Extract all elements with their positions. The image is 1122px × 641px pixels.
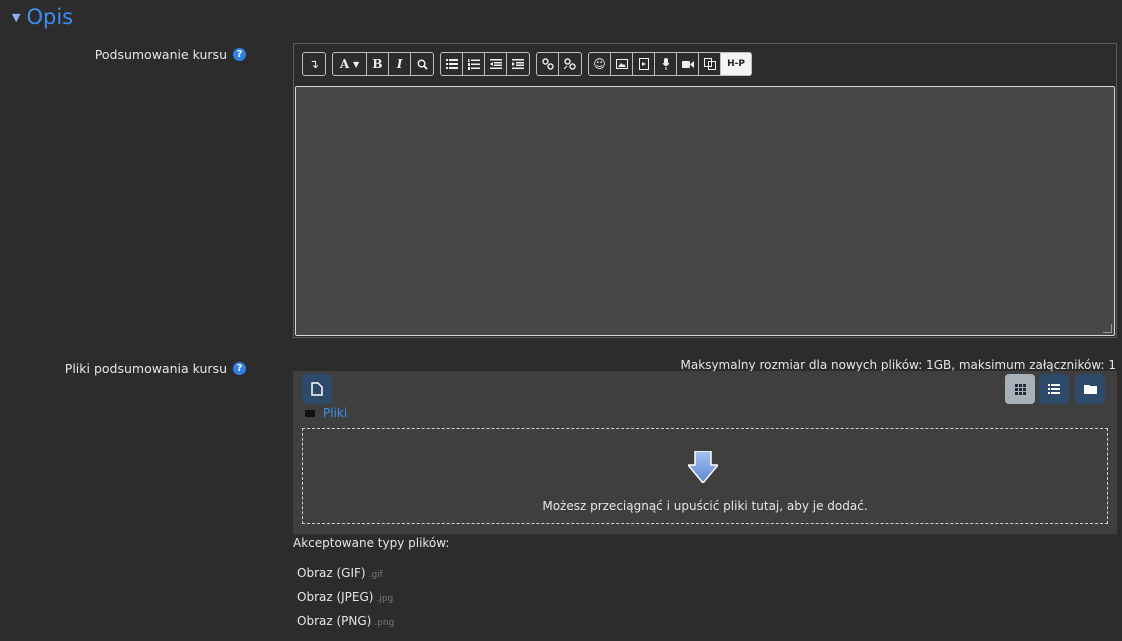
ordered-list-icon[interactable] [463, 53, 485, 75]
collapse-caret-icon[interactable]: ▼ [12, 11, 20, 24]
image-icon[interactable] [611, 53, 633, 75]
zoom-icon[interactable] [411, 53, 433, 75]
list-icon [1048, 384, 1060, 394]
resize-handle-icon[interactable] [1103, 324, 1112, 333]
toolbar-toggle-icon[interactable]: ↴ [303, 53, 325, 75]
toolbar-group-collapse: ↴ [302, 52, 326, 76]
grid-view-button[interactable] [1005, 374, 1035, 404]
outdent-icon[interactable] [485, 53, 507, 75]
grid-icon [1014, 383, 1026, 395]
folder-icon [1083, 385, 1097, 394]
file-type-item: Obraz (JPEG) .jpg [297, 590, 393, 604]
add-file-button[interactable] [302, 374, 332, 404]
file-type-name: Obraz (PNG) [297, 614, 372, 628]
file-type-item: Obraz (GIF) .gif [297, 566, 383, 580]
editor-content-area[interactable] [295, 86, 1115, 336]
file-type-item: Obraz (PNG) .png [297, 614, 394, 628]
unlink-icon[interactable] [559, 53, 581, 75]
max-size-text: Maksymalny rozmiar dla nowych plików: 1G… [680, 358, 1116, 372]
file-type-ext: .jpg [376, 594, 394, 604]
file-type-ext: .gif [368, 570, 383, 580]
emoticon-icon[interactable]: ☺ [589, 53, 611, 75]
toolbar-group-media: ☺ H-P [588, 52, 752, 76]
accepted-types-label: Akceptowane typy plików: [293, 536, 450, 550]
summary-label-row: Podsumowanie kursu ? [95, 47, 246, 62]
file-icon [311, 382, 323, 396]
file-type-name: Obraz (GIF) [297, 566, 366, 580]
video-icon[interactable] [677, 53, 699, 75]
download-arrow-icon [686, 450, 720, 487]
editor-toolbar: ↴ A ▼ B I ☺ H-P [294, 44, 1116, 84]
toolbar-group-links [536, 52, 582, 76]
file-type-ext: .png [374, 618, 395, 628]
file-manager: Pliki Możesz przeciągnąć i upuścić pliki… [293, 371, 1117, 534]
section-header[interactable]: ▼ Opis [0, 0, 1122, 34]
toolbar-group-style: A ▼ B I [332, 52, 434, 76]
folder-icon [305, 409, 315, 417]
media-icon[interactable] [633, 53, 655, 75]
copy-icon[interactable] [699, 53, 721, 75]
bold-button[interactable]: B [367, 53, 389, 75]
drop-zone[interactable]: Możesz przeciągnąć i upuścić pliki tutaj… [302, 428, 1108, 524]
microphone-icon[interactable] [655, 53, 677, 75]
italic-button[interactable]: I [389, 53, 411, 75]
path-link[interactable]: Pliki [323, 406, 347, 420]
list-view-button[interactable] [1039, 374, 1069, 404]
drop-instructions: Możesz przeciągnąć i upuścić pliki tutaj… [542, 499, 868, 513]
files-label-row: Pliki podsumowania kursu ? [65, 361, 246, 376]
unordered-list-icon[interactable] [441, 53, 463, 75]
summary-label: Podsumowanie kursu [94, 47, 227, 62]
section-title[interactable]: Opis [26, 5, 73, 29]
help-icon[interactable]: ? [233, 48, 246, 61]
link-icon[interactable] [537, 53, 559, 75]
toolbar-group-lists [440, 52, 530, 76]
h5p-button[interactable]: H-P [721, 53, 751, 75]
breadcrumb: Pliki [305, 406, 347, 420]
help-icon[interactable]: ? [233, 362, 246, 375]
files-label: Pliki podsumowania kursu [64, 361, 227, 376]
text-editor: ↴ A ▼ B I ☺ H-P [293, 43, 1117, 338]
indent-icon[interactable] [507, 53, 529, 75]
tree-view-button[interactable] [1075, 374, 1105, 404]
file-type-name: Obraz (JPEG) [297, 590, 374, 604]
font-style-button[interactable]: A ▼ [333, 53, 367, 75]
